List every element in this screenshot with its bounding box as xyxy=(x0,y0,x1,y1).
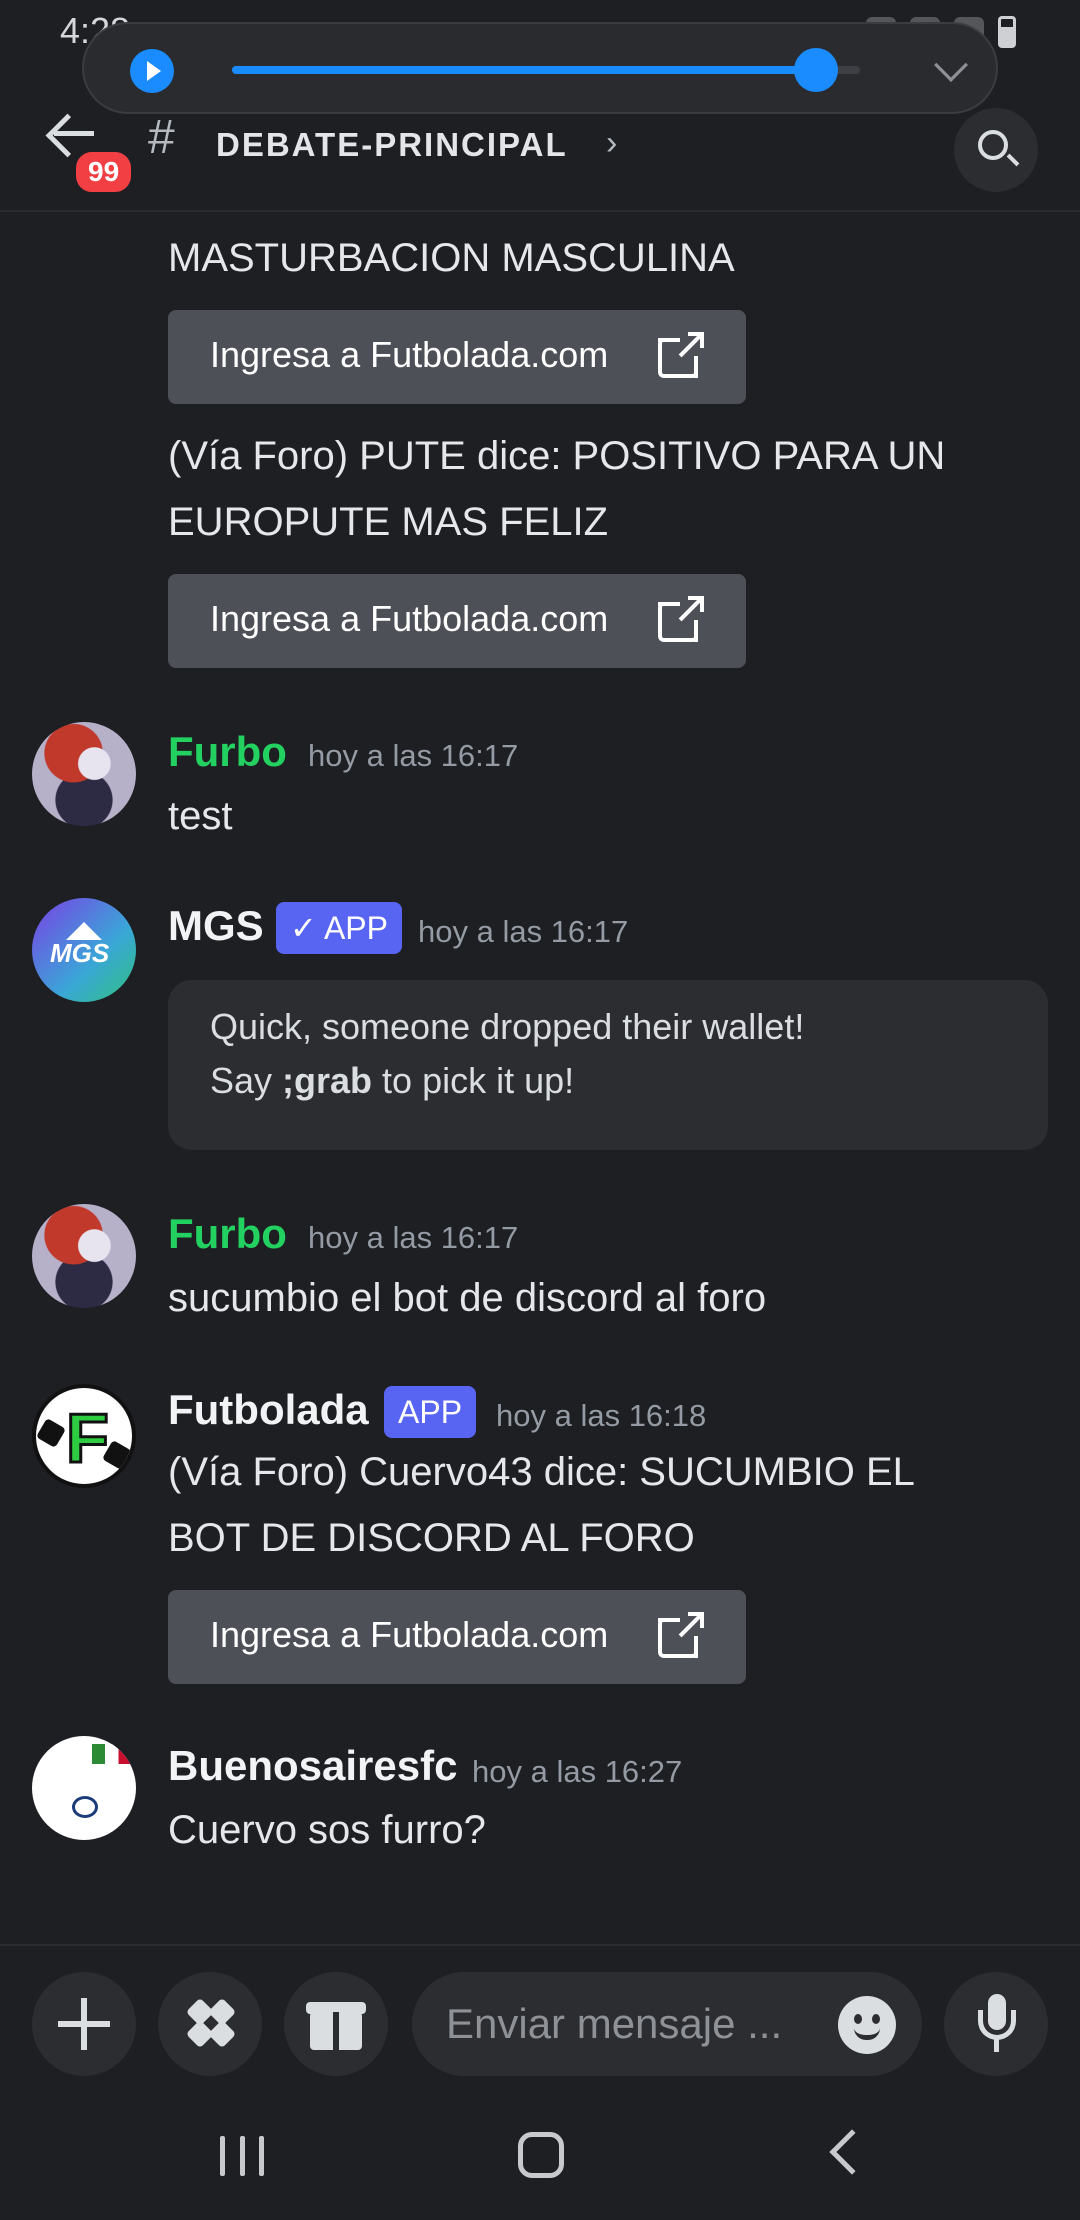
media-progress-knob[interactable] xyxy=(794,48,839,92)
message-author[interactable]: Furbo xyxy=(168,728,287,776)
external-link-icon xyxy=(658,1612,704,1658)
message-timestamp: hoy a las 16:17 xyxy=(308,738,519,773)
avatar[interactable]: F xyxy=(32,1384,136,1488)
battery-icon xyxy=(998,16,1016,48)
media-progress-track[interactable] xyxy=(232,66,860,74)
system-back-icon[interactable] xyxy=(829,2129,875,2175)
bot-embed: Quick, someone dropped their wallet! Say… xyxy=(168,980,1048,1150)
avatar[interactable] xyxy=(32,1204,136,1308)
message-text: Cuervo sos furro? xyxy=(168,1808,486,1852)
message-text: test xyxy=(168,794,233,838)
link-button-label: Ingresa a Futbolada.com xyxy=(210,598,609,639)
play-icon[interactable] xyxy=(130,49,174,93)
channel-name[interactable]: DEBATE-PRINCIPAL xyxy=(216,126,568,164)
message-text: MASTURBACION MASCULINA xyxy=(168,236,735,280)
message-timestamp: hoy a las 16:17 xyxy=(418,914,629,949)
sparkle-icon xyxy=(185,1997,237,2049)
chevron-right-icon[interactable]: › xyxy=(606,124,617,163)
command-text: ;grab xyxy=(282,1060,373,1101)
avatar-text: F xyxy=(65,1398,111,1479)
app-badge: ✓ APP xyxy=(276,902,402,954)
search-icon xyxy=(978,130,1008,160)
link-button-label: Ingresa a Futbolada.com xyxy=(210,1614,609,1655)
home-icon[interactable] xyxy=(518,2132,564,2178)
message-text: (Vía Foro) PUTE dice: POSITIVO PARA UN xyxy=(168,434,946,478)
link-button-label: Ingresa a Futbolada.com xyxy=(210,334,609,375)
apps-button[interactable] xyxy=(158,1972,262,2076)
message-timestamp: hoy a las 16:17 xyxy=(308,1220,519,1255)
recent-apps-icon[interactable] xyxy=(220,2136,264,2176)
message-text: BOT DE DISCORD AL FORO xyxy=(168,1516,695,1560)
channel-hash-icon: # xyxy=(148,111,175,164)
emoji-icon[interactable] xyxy=(838,1996,896,2054)
futbolada-link-button[interactable]: Ingresa a Futbolada.com xyxy=(168,1590,746,1684)
futbolada-link-button[interactable]: Ingresa a Futbolada.com xyxy=(168,574,746,668)
message-author[interactable]: Buenosairesfc xyxy=(168,1742,457,1790)
add-attachment-button[interactable] xyxy=(32,1972,136,2076)
message-timestamp: hoy a las 16:27 xyxy=(472,1754,683,1789)
external-link-icon xyxy=(658,332,704,378)
system-nav-bar xyxy=(0,2080,1080,2220)
message-author[interactable]: Furbo xyxy=(168,1210,287,1258)
external-link-icon xyxy=(658,596,704,642)
message-timestamp: hoy a las 16:18 xyxy=(496,1398,707,1433)
search-button[interactable] xyxy=(954,108,1038,192)
unread-badge: 99 xyxy=(72,148,136,196)
futbolada-link-button[interactable]: Ingresa a Futbolada.com xyxy=(168,310,746,404)
media-player xyxy=(82,22,998,114)
message-author[interactable]: MGS xyxy=(168,902,264,950)
message-text: EUROPUTE MAS FELIZ xyxy=(168,500,609,544)
app-badge: APP xyxy=(384,1386,477,1438)
embed-line: Quick, someone dropped their wallet! xyxy=(210,1006,805,1047)
chevron-down-icon[interactable] xyxy=(934,48,968,82)
message-text: sucumbio el bot de discord al foro xyxy=(168,1276,767,1320)
message-text: (Vía Foro) Cuervo43 dice: SUCUMBIO EL xyxy=(168,1450,915,1494)
avatar[interactable] xyxy=(32,1736,136,1840)
media-progress-fill xyxy=(232,66,817,74)
channel-header: 99 # DEBATE-PRINCIPAL › xyxy=(0,100,1080,212)
gift-button[interactable] xyxy=(284,1972,388,2076)
voice-message-button[interactable] xyxy=(944,1972,1048,2076)
message-author[interactable]: Futbolada xyxy=(168,1386,369,1434)
avatar[interactable]: MGS xyxy=(32,898,136,1002)
message-composer xyxy=(0,1944,1080,2080)
avatar[interactable] xyxy=(32,722,136,826)
message-input[interactable] xyxy=(446,1994,826,2054)
embed-line: Say ;grab to pick it up! xyxy=(210,1060,575,1101)
message-input-container[interactable] xyxy=(412,1972,922,2076)
avatar-text: MGS xyxy=(50,938,110,968)
